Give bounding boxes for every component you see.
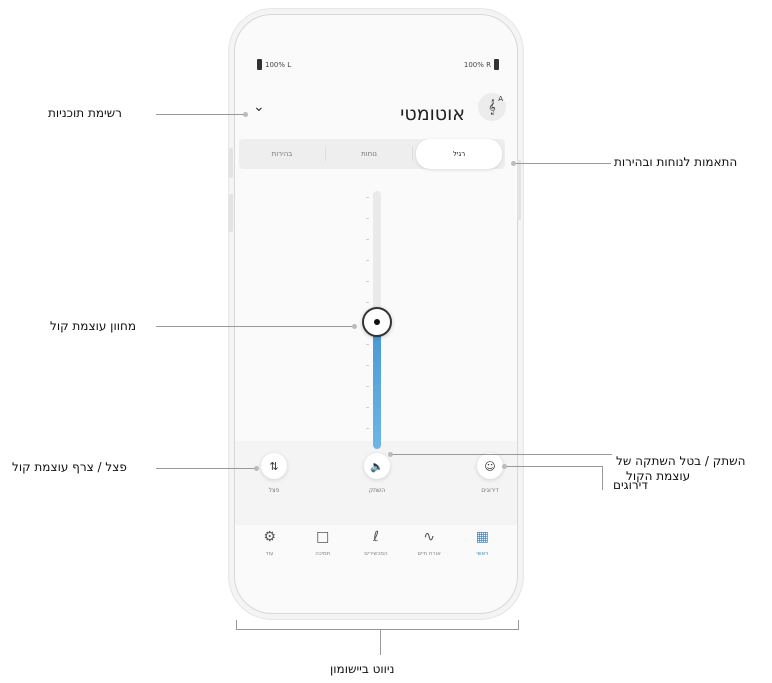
tab-comfort[interactable]: נוחות (326, 139, 412, 169)
nav-lifestyle[interactable]: ∿ אורח חיים (405, 527, 453, 577)
slider-tick (366, 428, 369, 429)
chat-icon: □ (316, 529, 330, 545)
nav-support[interactable]: □ תמיכה (299, 527, 347, 577)
nav-label: ראשי (476, 551, 489, 557)
tab-divider (325, 147, 326, 161)
mute-label: השתק (368, 487, 386, 494)
hearing-aid-icon: ℓ (373, 529, 379, 545)
activity-icon: ∿ (423, 529, 436, 545)
callout-dot (254, 466, 259, 471)
volume-slider-fill (373, 333, 381, 449)
gear-icon: ⚙ (263, 529, 276, 545)
side-button (517, 160, 521, 220)
speaker-icon[interactable]: 🔈 (364, 453, 390, 479)
ratings-action[interactable]: ☺ דירוגים (470, 453, 510, 494)
right-battery-status: 100% R (464, 59, 499, 70)
program-icon-sup: A (498, 95, 503, 103)
nav-label: עוד (265, 551, 274, 557)
nav-label: המכשירים (364, 551, 388, 557)
slider-tick (366, 281, 369, 282)
nav-bracket-right (518, 620, 519, 630)
callout-dot (243, 112, 248, 117)
nav-more[interactable]: ⚙ עוד (246, 527, 294, 577)
side-button (229, 148, 233, 178)
callout-split: פצל / צרף עוצמת קול (12, 460, 127, 474)
callout-nav: ניווט ביישומון (330, 662, 395, 676)
slider-tick (366, 407, 369, 408)
grid-icon: ▦ (475, 529, 489, 545)
nav-home[interactable]: ▦ ראשי (458, 527, 506, 577)
nav-label: תמיכה (315, 551, 331, 557)
callout-mute-1: השתק / בטל השתקה של (616, 454, 746, 468)
callout-line (156, 114, 244, 115)
split-label: פצל (268, 487, 280, 494)
ear-icon: 𝄞 A (478, 93, 506, 121)
side-button (229, 194, 233, 232)
ratings-label: דירוגים (481, 487, 499, 494)
nav-bracket (236, 629, 519, 630)
nav-label: אורח חיים (417, 551, 441, 557)
callout-line (506, 466, 602, 467)
callout-dot (502, 464, 507, 469)
volume-slider-knob[interactable] (362, 307, 392, 337)
callout-adjust: התאמות לנוחות ובהירות (614, 155, 738, 169)
callout-line (602, 466, 603, 490)
split-arrows-icon[interactable]: ⇅ (261, 453, 287, 479)
slider-tick (366, 197, 369, 198)
battery-icon (494, 59, 499, 70)
slider-tick (366, 218, 369, 219)
bottom-nav: ⚙ עוד □ תמיכה ℓ המכשירים ∿ אורח חיים ▦ ר… (235, 527, 517, 577)
tab-normal[interactable]: רגיל (416, 139, 502, 169)
slider-tick (366, 260, 369, 261)
tab-clarity[interactable]: בהירות (239, 139, 325, 169)
callout-dot (511, 161, 516, 166)
slider-tick (366, 239, 369, 240)
smiley-icon[interactable]: ☺ (477, 453, 503, 479)
battery-icon (257, 59, 262, 70)
program-title: אוטומטי (400, 103, 465, 125)
phone-frame: 100% L 100% R ⌄ אוטומטי 𝄞 A רגיל נוחות ב… (234, 14, 518, 614)
slider-tick (366, 365, 369, 366)
chevron-down-icon[interactable]: ⌄ (253, 99, 265, 115)
callout-volume: מחוון עוצמת קול (50, 319, 136, 333)
callout-line (515, 163, 611, 164)
nav-devices[interactable]: ℓ המכשירים (352, 527, 400, 577)
sound-tabs: רגיל נוחות בהירות (239, 139, 505, 169)
callout-ratings: דירוגים (613, 478, 648, 492)
callout-line (392, 454, 612, 455)
right-battery-label: 100% R (463, 60, 491, 69)
callout-dot (352, 324, 357, 329)
left-battery-status: 100% L (257, 59, 291, 70)
split-action[interactable]: ⇅ פצל (254, 453, 294, 494)
callout-line (156, 326, 354, 327)
callout-line (156, 468, 256, 469)
slider-tick (366, 302, 369, 303)
left-battery-label: 100% L (265, 60, 292, 69)
slider-tick (366, 344, 369, 345)
callout-programs: רשימת תוכניות (48, 106, 122, 120)
callout-dot (388, 452, 393, 457)
tab-divider (412, 147, 413, 161)
callout-line (380, 629, 381, 655)
slider-tick (366, 386, 369, 387)
mute-action[interactable]: 🔈 השתק (357, 453, 397, 494)
